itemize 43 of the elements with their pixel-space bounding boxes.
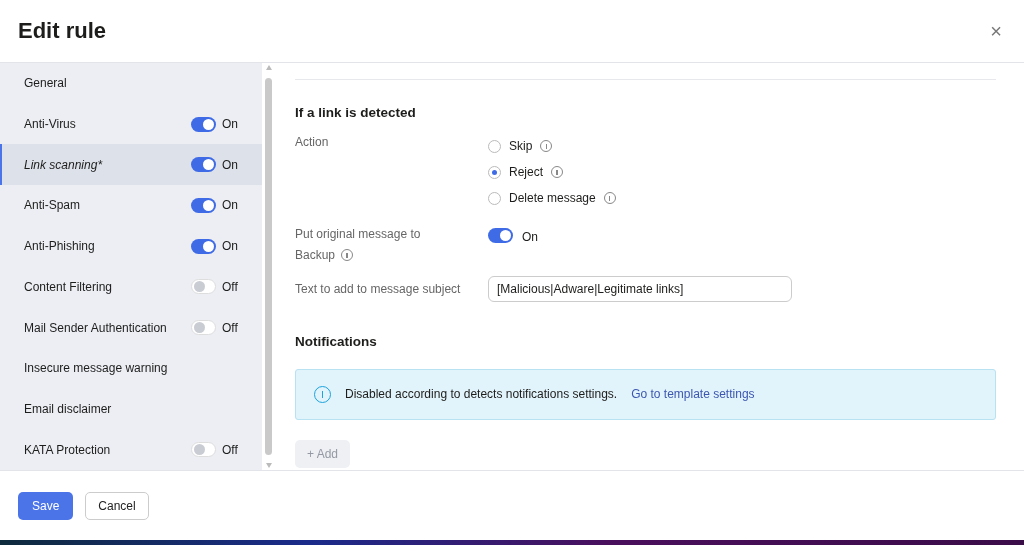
toggle-label: Off bbox=[222, 441, 239, 459]
section-title: If a link is detected bbox=[295, 104, 417, 122]
sidebar-item[interactable]: Link scanning* On bbox=[0, 144, 262, 186]
field-label: Text to add to message subject bbox=[295, 282, 461, 297]
toggle-label: On bbox=[222, 156, 239, 174]
toggle-label: On bbox=[222, 116, 239, 134]
dialog-title: Edit rule bbox=[18, 17, 106, 45]
toggle-switch[interactable] bbox=[191, 442, 216, 458]
field-label: Backup bbox=[295, 247, 336, 265]
subject-input[interactable]: [Malicious|Adware|Legitimate links] bbox=[488, 276, 792, 303]
toggle-label: Off bbox=[222, 278, 239, 296]
toggle-switch[interactable] bbox=[191, 320, 216, 336]
sidebar-item[interactable]: Anti-Phishing On bbox=[0, 225, 262, 267]
radio-label: Reject bbox=[509, 164, 543, 182]
alert-text: Disabled according to detects notifications settings. bbox=[345, 386, 618, 403]
sidebar-item[interactable]: Content Filtering Off bbox=[0, 266, 262, 308]
toggle-switch[interactable] bbox=[191, 279, 216, 295]
toggle-label: On bbox=[222, 238, 239, 256]
sidebar-item[interactable]: General bbox=[0, 63, 262, 104]
sidebar-item[interactable]: Anti-Virus On bbox=[0, 103, 262, 145]
scrollbar[interactable] bbox=[262, 63, 275, 470]
close-button[interactable]: × bbox=[986, 21, 1006, 41]
radio-label: Delete message bbox=[509, 190, 596, 208]
toggle-switch[interactable] bbox=[191, 116, 216, 132]
sidebar-item[interactable]: Email disclaimer bbox=[0, 388, 262, 430]
toggle-switch[interactable] bbox=[488, 228, 513, 244]
template-settings-link[interactable]: Go to template settings bbox=[631, 385, 755, 403]
sidebar-item[interactable]: Insecure message warning bbox=[0, 347, 262, 389]
field-label: Put original message to bbox=[295, 226, 422, 244]
field-label: Action bbox=[295, 135, 329, 150]
toggle-label: On bbox=[222, 197, 239, 215]
cancel-button[interactable]: Cancel bbox=[85, 491, 149, 520]
toggle-label: On bbox=[522, 229, 538, 247]
save-button[interactable]: Save bbox=[18, 491, 74, 520]
toggle-switch[interactable] bbox=[191, 238, 216, 254]
toggle-switch[interactable] bbox=[191, 197, 216, 213]
toggle-switch[interactable] bbox=[191, 157, 216, 173]
toggle-label: Off bbox=[222, 319, 239, 337]
sidebar-item[interactable]: Anti-Spam On bbox=[0, 185, 262, 226]
sidebar-item[interactable]: KATA Protection Off bbox=[0, 429, 262, 471]
section-title: Notifications bbox=[295, 333, 378, 352]
sidebar-item[interactable]: Mail Sender Authentication Off bbox=[0, 307, 262, 348]
radio-label: Skip bbox=[509, 138, 533, 156]
